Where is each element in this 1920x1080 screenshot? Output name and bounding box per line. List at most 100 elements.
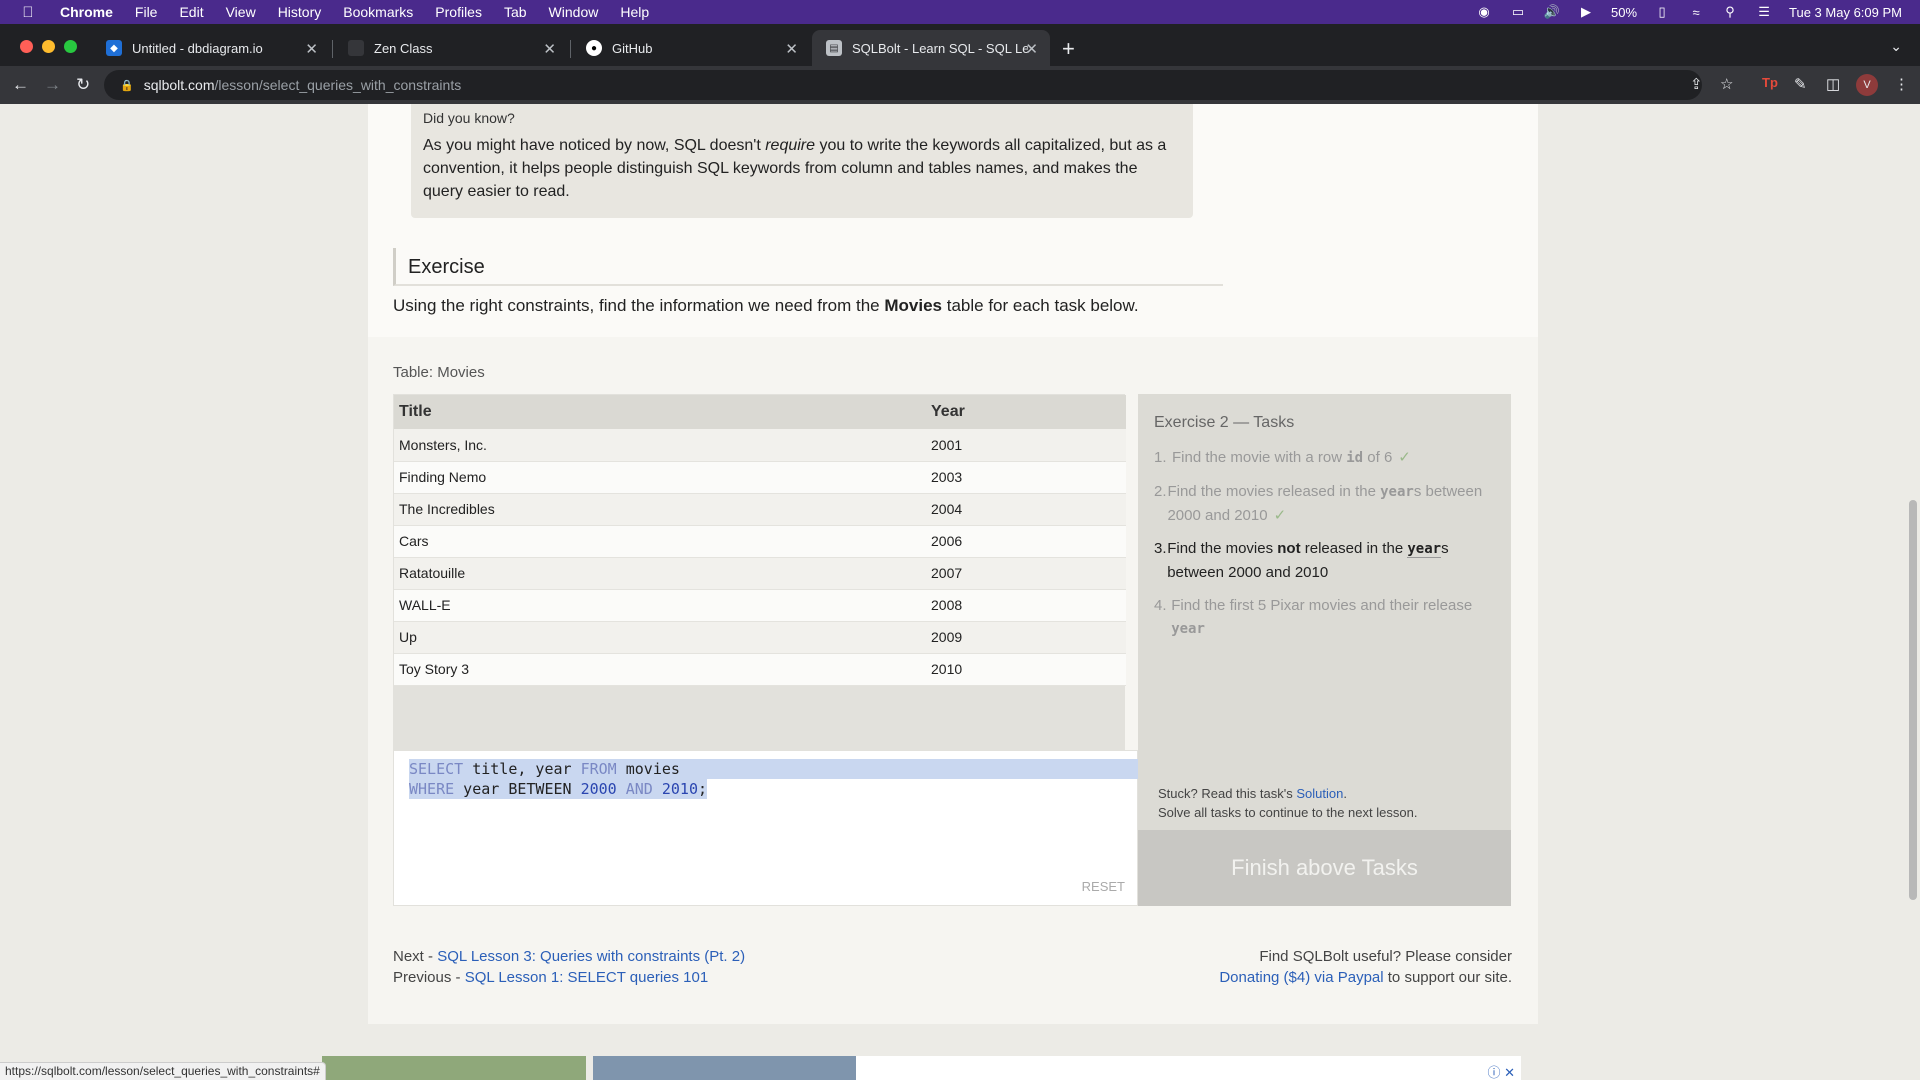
next-lesson-link[interactable]: SQL Lesson 3: Queries with constraints (… [437,948,745,965]
table-row: WALL-E 2008 [394,589,1126,622]
cell-title: Up [394,621,926,654]
menu-history[interactable]: History [278,4,322,20]
stuck-text: Stuck? Read this task's [1158,786,1297,801]
cell-title: Finding Nemo [394,461,926,494]
table-row: Ratatouille 2007 [394,557,1126,590]
reload-icon[interactable]: ↻ [76,75,90,95]
ad-image[interactable] [593,1056,857,1080]
table-header-row: Title Year [394,395,1126,429]
menu-profiles[interactable]: Profiles [435,4,482,20]
tab-github[interactable]: ● GitHub ✕ [572,30,810,66]
profile-avatar[interactable]: V [1856,74,1878,96]
ad-close-icon[interactable]: ⓘ ✕ [1487,1062,1515,1080]
task-item-4: 4. Find the first 5 Pixar movies and the… [1154,594,1495,641]
donate-text: to support our site. [1383,969,1512,986]
stuck-text: . [1343,786,1347,801]
page-scrollbar[interactable] [1906,104,1920,1080]
task-code: id [1346,450,1364,466]
task-number: 4. [1154,597,1167,614]
tab-zen-class[interactable]: Zen Class ✕ [334,30,568,66]
spotlight-search-icon[interactable]: ⚲ [1721,4,1739,19]
play-icon[interactable]: ▶ [1577,4,1595,19]
finish-tasks-button[interactable]: Finish above Tasks [1138,830,1511,906]
solution-link[interactable]: Solution [1296,786,1343,801]
close-tab-icon[interactable]: ✕ [305,40,318,58]
extension-tp-icon[interactable]: Tp [1762,75,1778,90]
extensions-puzzle-icon[interactable]: ✎ [1794,75,1807,93]
query-line-1[interactable]: SELECT title, year FROM movies [409,759,1139,779]
cell-year: 2004 [926,493,1126,526]
menu-edit[interactable]: Edit [179,4,203,20]
browser-tab-strip: ◆ Untitled - dbdiagram.io ✕ Zen Class ✕ … [0,24,1920,66]
previous-lesson-link[interactable]: SQL Lesson 1: SELECT queries 101 [465,969,708,986]
scrollbar-thumb[interactable] [1909,500,1917,900]
control-center-icon[interactable]: ☰ [1755,4,1773,19]
menu-tab[interactable]: Tab [504,4,527,20]
side-panel-icon[interactable]: ◫ [1826,75,1840,93]
forward-arrow-icon[interactable]: → [44,75,61,95]
tab-sqlbolt[interactable]: ▤ SQLBolt - Learn SQL - SQL Les ✕ [812,30,1050,66]
new-tab-icon[interactable]: + [1062,36,1075,62]
web-content: Did you know? As you might have noticed … [0,104,1920,1080]
sql-query-editor[interactable]: SELECT title, year FROM movies WHERE yea… [393,750,1139,906]
github-favicon-icon: ● [586,40,602,56]
exercise-text-part: Using the right constraints, find the in… [393,296,885,315]
table-label-name: Movies [437,364,485,381]
display-icon[interactable]: ▭ [1509,4,1527,19]
ad-image[interactable] [322,1056,586,1080]
column-header-title: Title [394,395,926,429]
menu-chrome[interactable]: Chrome [60,4,113,20]
solve-all-text: Solve all tasks to continue to the next … [1158,805,1418,820]
menu-window[interactable]: Window [549,4,599,20]
battery-icon[interactable]: ▯ [1653,4,1671,19]
close-tab-icon[interactable]: ✕ [785,40,798,58]
address-bar[interactable]: 🔒 sqlbolt.com/lesson/select_queries_with… [104,70,1702,100]
minimize-window-button[interactable] [42,40,55,53]
chrome-menu-kebab-icon[interactable]: ⋮ [1894,75,1909,93]
share-icon[interactable]: ⇪ [1690,75,1703,93]
back-arrow-icon[interactable]: ← [12,75,29,95]
menu-bookmarks[interactable]: Bookmarks [343,4,413,20]
record-icon[interactable]: ◉ [1475,4,1493,19]
task-code: year [1171,621,1205,637]
close-tab-icon[interactable]: ✕ [1025,40,1038,58]
task-item-3: 3. Find the movies not released in the y… [1154,537,1495,584]
menu-file[interactable]: File [135,4,158,20]
task-text-part: Find the movies released in the [1167,483,1381,500]
menu-view[interactable]: View [226,4,256,20]
sql-number: 2000 [580,780,617,798]
donate-link[interactable]: Donating ($4) via Paypal [1219,969,1383,986]
stuck-hint: Stuck? Read this task's Solution. Solve … [1158,784,1417,822]
window-controls [20,40,77,53]
close-window-button[interactable] [20,40,33,53]
menubar-clock[interactable]: Tue 3 May 6:09 PM [1789,5,1902,20]
zen-class-favicon-icon [348,40,364,56]
query-line-2[interactable]: WHERE year BETWEEN 2000 AND 2010; [409,779,708,799]
did-you-know-box: Did you know? As you might have noticed … [411,104,1193,218]
apple-icon[interactable]:  [16,4,40,21]
did-you-know-text-part: As you might have noticed by now, SQL do… [423,137,766,154]
tab-divider [332,40,333,58]
cell-year: 2001 [926,429,1126,462]
close-tab-icon[interactable]: ✕ [543,40,556,58]
tab-dbdiagram[interactable]: ◆ Untitled - dbdiagram.io ✕ [92,30,330,66]
reset-button[interactable]: RESET [1082,877,1125,897]
task-text-part: Find the first 5 Pixar movies and their … [1171,597,1473,614]
cell-year: 2008 [926,589,1126,622]
menubar-status-area: ◉ ▭ 🔊 ▶ 50% ▯ ≈ ⚲ ☰ Tue 3 May 6:09 PM [1475,0,1902,24]
volume-icon[interactable]: 🔊 [1543,4,1561,19]
sql-text: ; [698,780,708,798]
table-row: Monsters, Inc. 2001 [394,429,1126,462]
tab-search-chevron-icon[interactable]: ⌄ [1890,38,1902,55]
wifi-icon[interactable]: ≈ [1687,5,1705,20]
bookmark-star-icon[interactable]: ☆ [1720,75,1733,93]
exercise-table-name: Movies [884,296,943,315]
zoom-window-button[interactable] [64,40,77,53]
column-header-year: Year [926,395,1126,429]
menu-help[interactable]: Help [620,4,649,20]
lock-icon[interactable]: 🔒 [120,79,134,92]
tab-divider [570,40,571,58]
ad-banner: ⓘ ✕ [856,1056,1521,1080]
cell-title: Monsters, Inc. [394,429,926,462]
